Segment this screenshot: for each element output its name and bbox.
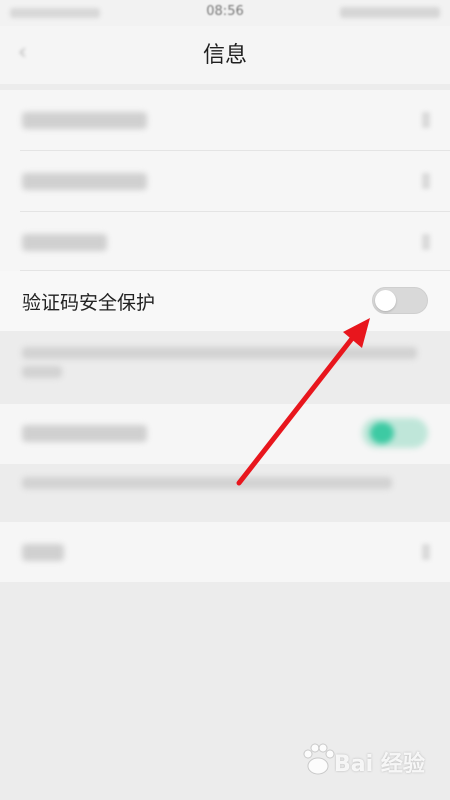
paw-logo-icon [303,743,335,775]
baidu-jingyan-watermark: Bai 经验 [300,740,440,780]
annotation-arrow [236,318,370,486]
watermark-text: Bai 经验 [334,752,425,777]
